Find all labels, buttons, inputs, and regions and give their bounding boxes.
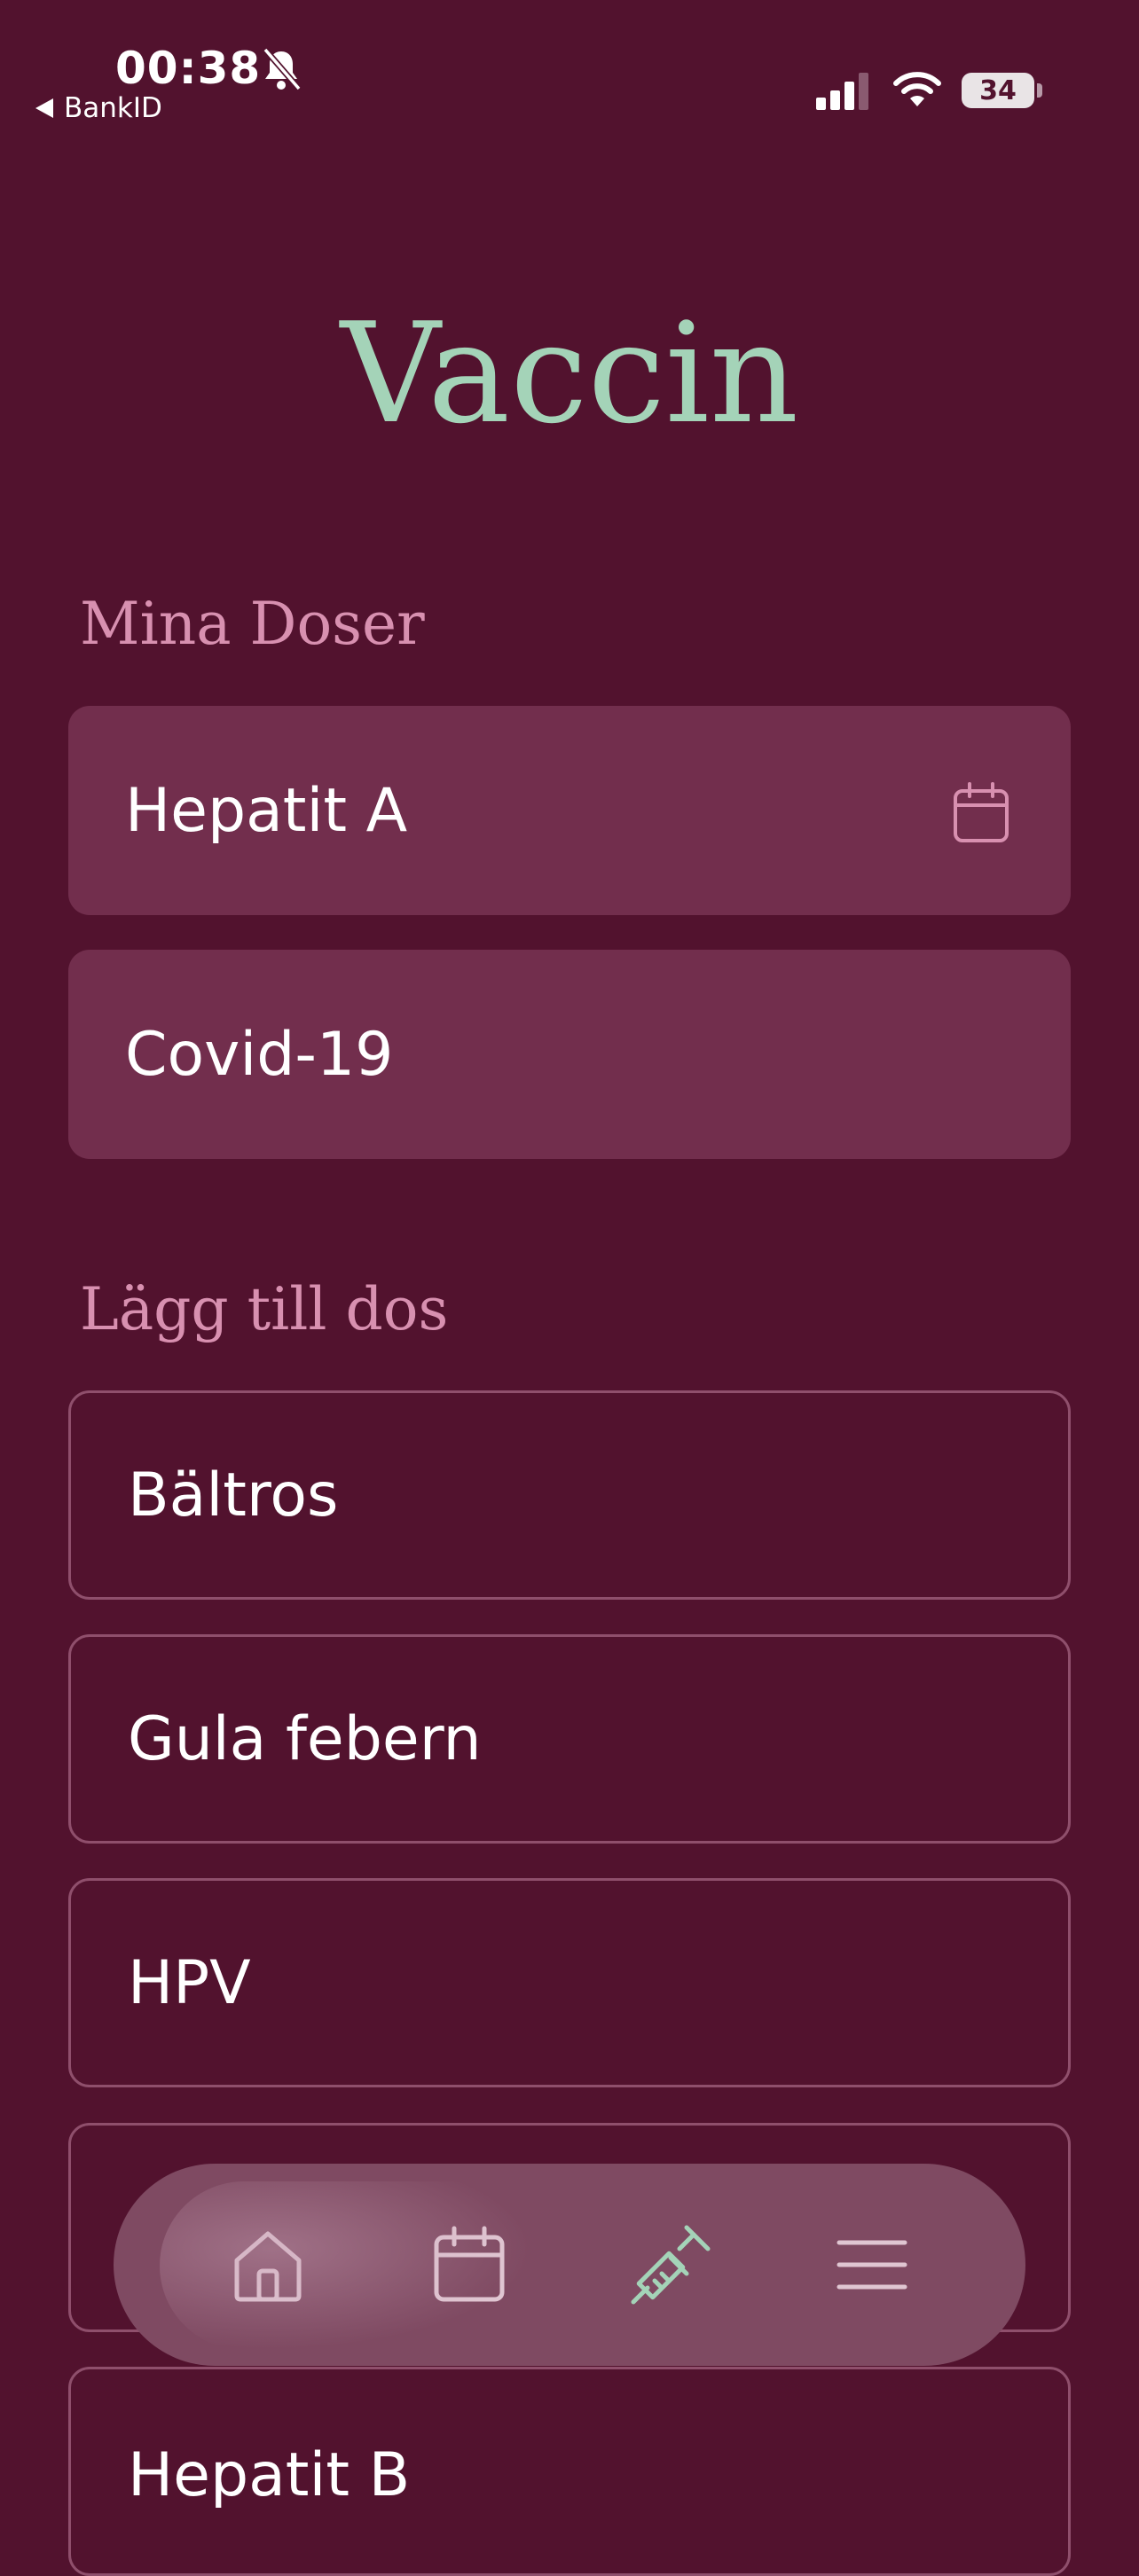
back-to-app-link[interactable]: BankID [35, 92, 162, 124]
back-app-label: BankID [64, 92, 162, 124]
add-dose-heading: Lägg till dos [80, 1275, 449, 1343]
status-time: 00:38 [115, 43, 262, 94]
nav-menu[interactable] [828, 2220, 916, 2309]
add-dose-label: Gula febern [128, 1703, 482, 1774]
add-dose-label: Hepatit B [128, 2440, 411, 2510]
battery-cap [1037, 83, 1042, 98]
calendar-icon [954, 782, 1009, 842]
add-dose-card-gula-febern[interactable]: Gula febern [68, 1634, 1071, 1844]
cellular-signal-icon [816, 73, 868, 110]
nav-glow [160, 2181, 532, 2350]
add-dose-card-hpv[interactable]: HPV [68, 1878, 1071, 2087]
back-arrow-icon [35, 98, 53, 118]
wifi-icon [893, 72, 941, 106]
battery-indicator: 34 [962, 73, 1034, 108]
my-doses-heading: Mina Doser [80, 590, 425, 658]
page-title: Vaccin [340, 293, 799, 454]
dose-card-hepatit-a[interactable]: Hepatit A [68, 706, 1071, 915]
dose-card-label: Covid-19 [125, 1019, 394, 1090]
dose-card-covid-19[interactable]: Covid-19 [68, 950, 1071, 1159]
dose-card-label: Hepatit A [125, 775, 408, 846]
syringe-icon [631, 2225, 710, 2305]
add-dose-label: HPV [128, 1947, 251, 2018]
add-dose-card-hepatit-b[interactable]: Hepatit B [68, 2367, 1071, 2576]
bell-slash-icon [263, 47, 302, 91]
menu-icon [837, 2240, 907, 2290]
nav-vaccine[interactable] [626, 2220, 715, 2309]
add-dose-card-baltros[interactable]: Bältros [68, 1390, 1071, 1600]
add-dose-label: Bältros [128, 1460, 339, 1531]
